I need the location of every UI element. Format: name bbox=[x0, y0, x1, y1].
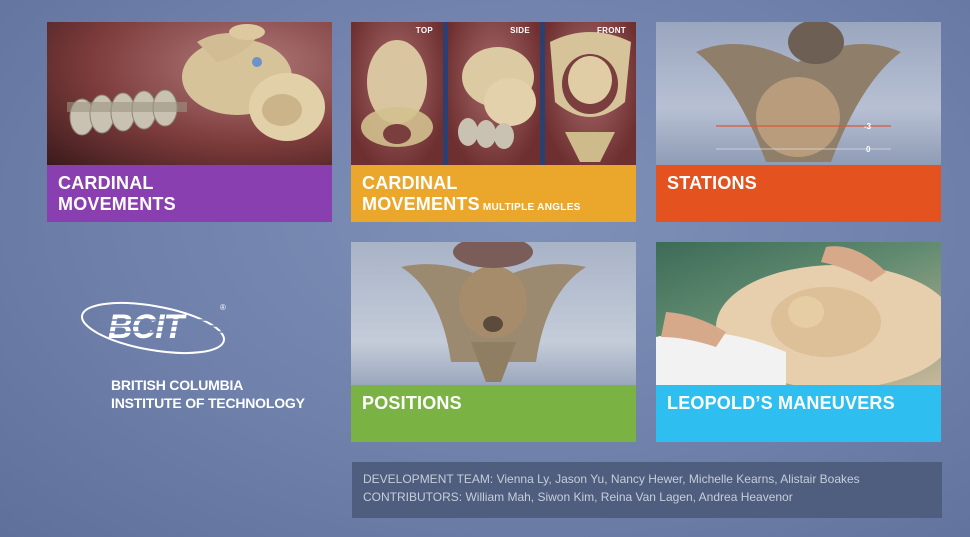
development-team: DEVELOPMENT TEAM: Vienna Ly, Jason Yu, N… bbox=[363, 472, 860, 486]
institute-name: BRITISH COLUMBIA INSTITUTE OF TECHNOLOGY bbox=[111, 376, 305, 412]
leopolds-maneuvers-label: LEOPOLD’S MANEUVERS bbox=[656, 385, 941, 442]
cardinal-movements-multi-label: CARDINAL MOVEMENTS MULTIPLE ANGLES bbox=[351, 165, 636, 222]
institute-name-line-2: INSTITUTE OF TECHNOLOGY bbox=[111, 395, 305, 411]
tile-positions[interactable]: POSITIONS bbox=[351, 242, 636, 442]
stations-image: -3 0 bbox=[656, 22, 941, 165]
svg-text:BCIT: BCIT bbox=[108, 308, 188, 346]
stations-label: STATIONS bbox=[656, 165, 941, 222]
label-main: MOVEMENTS bbox=[362, 194, 480, 214]
top-view-panel: TOP bbox=[351, 22, 443, 165]
svg-text:®: ® bbox=[220, 303, 226, 312]
positions-image bbox=[351, 242, 636, 385]
tile-stations[interactable]: -3 0 STATIONS bbox=[656, 22, 941, 222]
bcit-logo: BCIT ® bbox=[78, 296, 248, 366]
view-tag-front: FRONT bbox=[596, 26, 626, 35]
tile-cardinal-movements[interactable]: CARDINAL MOVEMENTS bbox=[47, 22, 332, 222]
institute-name-line-1: BRITISH COLUMBIA bbox=[111, 377, 244, 393]
label-line-1: CARDINAL bbox=[58, 173, 154, 193]
view-tag-side: SIDE bbox=[510, 26, 530, 35]
cardinal-movements-label: CARDINAL MOVEMENTS bbox=[47, 165, 332, 222]
positions-label: POSITIONS bbox=[351, 385, 636, 442]
tile-leopolds-maneuvers[interactable]: LEOPOLD’S MANEUVERS bbox=[656, 242, 941, 442]
contributors: CONTRIBUTORS: William Mah, Siwon Kim, Re… bbox=[363, 490, 793, 504]
side-view-panel: SIDE bbox=[448, 22, 540, 165]
front-view-panel: FRONT bbox=[545, 22, 636, 165]
cardinal-movements-image bbox=[47, 22, 332, 165]
label-small: MULTIPLE ANGLES bbox=[482, 202, 581, 213]
leopolds-maneuvers-image bbox=[656, 242, 941, 385]
label-line-1: CARDINAL bbox=[362, 173, 458, 193]
label-line-2: MOVEMENTS MULTIPLE ANGLES bbox=[362, 194, 625, 218]
station-marker-minus-3: -3 bbox=[864, 122, 872, 131]
view-tag-top: TOP bbox=[415, 26, 433, 35]
multiple-angles-image: TOP SIDE FRONT bbox=[351, 22, 636, 165]
credits-panel: DEVELOPMENT TEAM: Vienna Ly, Jason Yu, N… bbox=[352, 462, 942, 518]
label-line-2: MOVEMENTS bbox=[58, 194, 176, 214]
tile-cardinal-movements-multiple-angles[interactable]: TOP SIDE FRONT CARDINAL MOVEMENTS MULTIPL… bbox=[351, 22, 636, 222]
station-marker-0: 0 bbox=[866, 145, 871, 154]
